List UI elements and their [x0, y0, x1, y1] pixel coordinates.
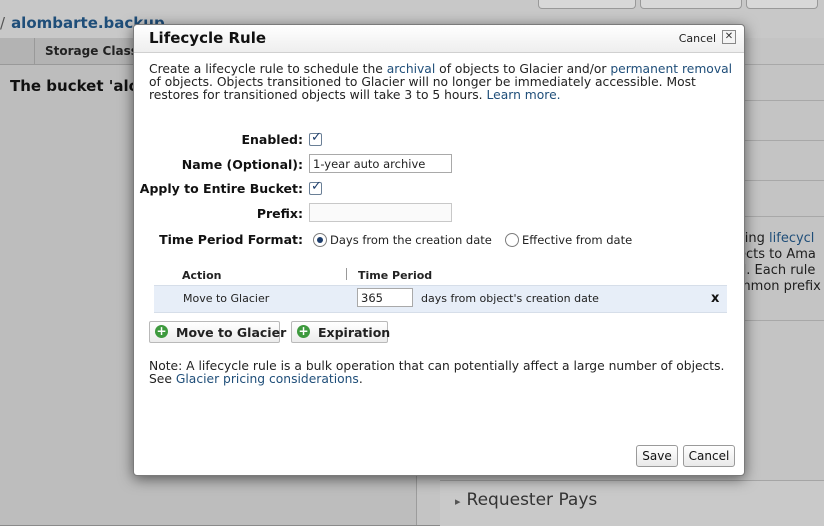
note-text-part: .	[358, 372, 363, 386]
radio-selected-dot	[317, 237, 323, 243]
intro-text: Create a lifecycle rule to schedule the …	[149, 63, 734, 102]
save-button[interactable]: Save	[636, 445, 678, 467]
dialog-title: Lifecycle Rule	[149, 29, 267, 47]
radio-days-label[interactable]: Days from the creation date	[330, 233, 492, 247]
lifecycle-rule-dialog: Lifecycle Rule Cancel ✕ Create a lifecyc…	[133, 24, 745, 476]
top-tab[interactable]	[746, 0, 818, 9]
column-separator	[34, 38, 35, 64]
header-cancel-link[interactable]: Cancel	[679, 32, 716, 45]
check-icon: ✓	[311, 130, 322, 145]
intro-text-part: Create a lifecycle rule to schedule the	[149, 62, 387, 76]
apply-entire-bucket-label: Apply to Entire Bucket:	[139, 181, 303, 196]
enabled-label: Enabled:	[241, 132, 303, 147]
time-period-input[interactable]: 365	[357, 288, 413, 307]
requester-pays-label: Requester Pays	[466, 490, 598, 510]
side-text-line: sing lifecycl	[738, 231, 814, 246]
plus-icon: +	[297, 324, 310, 338]
side-text-line: d. Each rule	[738, 263, 816, 278]
prefix-label: Prefix:	[256, 206, 303, 221]
row-action: Move to Glacier	[183, 292, 270, 305]
name-label: Name (Optional):	[181, 157, 303, 172]
archival-link[interactable]: archival	[387, 62, 436, 76]
add-move-to-glacier-button[interactable]: + Move to Glacier	[149, 321, 286, 343]
column-header-action: Action	[182, 269, 222, 282]
side-text-line: ects to Ama	[738, 247, 816, 262]
row-time-suffix: days from object's creation date	[421, 292, 599, 305]
apply-entire-bucket-checkbox[interactable]: ✓	[309, 179, 322, 195]
actions-table-header: Action Time Period	[154, 265, 727, 285]
add-move-to-glacier-label: Move to Glacier	[176, 325, 287, 340]
prefix-input[interactable]	[309, 203, 452, 222]
intro-text-part: of objects to Glacier and/or	[435, 62, 611, 76]
enabled-checkbox[interactable]: ✓	[309, 130, 322, 146]
radio-effective-from-date[interactable]	[505, 233, 519, 247]
learn-more-link[interactable]: Learn more.	[487, 88, 561, 102]
radio-days-from-creation[interactable]	[313, 233, 327, 247]
time-period-format-label: Time Period Format:	[159, 232, 303, 247]
check-icon: ✓	[311, 179, 322, 194]
breadcrumb-separator: /	[0, 14, 6, 32]
name-input[interactable]: 1-year auto archive	[309, 154, 452, 173]
table-row: Move to Glacier 365 days from object's c…	[154, 285, 727, 313]
expand-triangle-icon: ▸	[455, 495, 461, 508]
remove-row-icon[interactable]: x	[711, 291, 719, 306]
side-text-line: mmon prefix	[738, 279, 821, 294]
radio-effective-label[interactable]: Effective from date	[522, 233, 632, 247]
top-tab[interactable]	[538, 0, 636, 9]
cancel-button[interactable]: Cancel	[683, 445, 735, 467]
column-separator	[346, 268, 347, 280]
plus-icon: +	[155, 324, 168, 338]
close-icon[interactable]: ✕	[722, 30, 736, 44]
lifecycle-link[interactable]: lifecycl	[769, 231, 814, 246]
glacier-pricing-link[interactable]: Glacier pricing considerations	[176, 372, 359, 386]
requester-pays-header[interactable]: ▸ Requester Pays	[455, 490, 597, 510]
note-text: Note: A lifecycle rule is a bulk operati…	[149, 360, 734, 386]
bucket-message: The bucket 'alon	[10, 77, 150, 95]
intro-text-part: of objects. Objects transitioned to Glac…	[149, 75, 696, 102]
add-expiration-label: Expiration	[318, 325, 391, 340]
column-header-time-period: Time Period	[358, 269, 433, 282]
dialog-header: Lifecycle Rule Cancel ✕	[134, 25, 744, 53]
permanent-removal-link[interactable]: permanent removal	[610, 62, 732, 76]
add-expiration-button[interactable]: + Expiration	[291, 321, 391, 343]
column-header-storage-class[interactable]: Storage Class	[45, 44, 138, 58]
top-tab[interactable]	[640, 0, 742, 9]
